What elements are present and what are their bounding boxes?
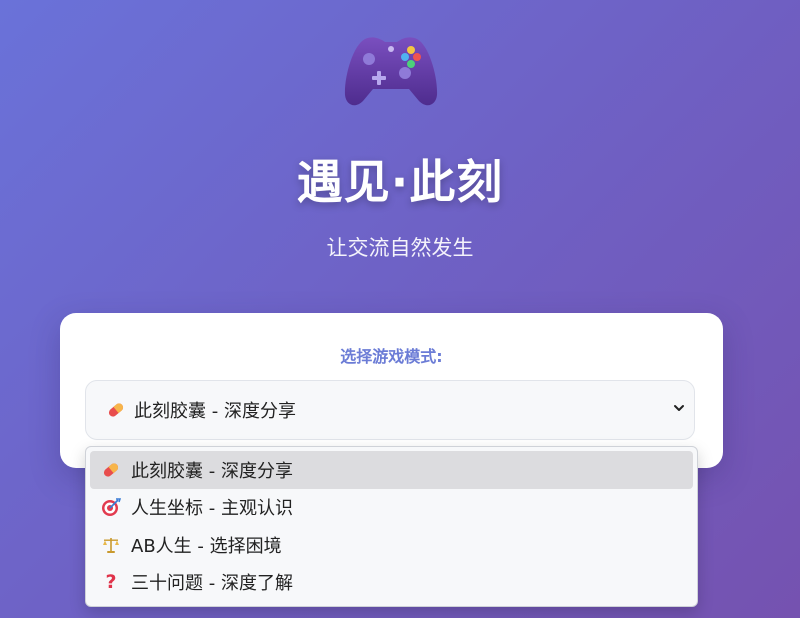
- dropdown-option-label: 此刻胶囊 - 深度分享: [131, 460, 293, 482]
- dropdown-option-capsule[interactable]: 此刻胶囊 - 深度分享: [90, 451, 693, 489]
- dropdown-option-thirty-questions[interactable]: ? 三十问题 - 深度了解: [90, 564, 693, 602]
- dropdown-option-label: AB人生 - 选择困境: [131, 535, 282, 557]
- pill-icon: [106, 400, 126, 420]
- mode-select-value: 此刻胶囊 - 深度分享: [134, 401, 296, 422]
- dropdown-option-coordinates[interactable]: 人生坐标 - 主观认识: [90, 489, 693, 527]
- mode-dropdown-list: 此刻胶囊 - 深度分享 人生坐标 - 主观认识 AB人生 - 选择困境 ? 三十…: [85, 446, 698, 607]
- mode-select-card: 选择游戏模式: 此刻胶囊 - 深度分享: [60, 313, 723, 468]
- question-icon: ?: [105, 571, 117, 594]
- dropdown-option-label: 人生坐标 - 主观认识: [131, 498, 293, 520]
- scales-icon: [101, 535, 121, 555]
- page-title: 遇见·此刻: [296, 155, 504, 209]
- mode-select[interactable]: 此刻胶囊 - 深度分享: [85, 380, 695, 440]
- dropdown-option-label: 三十问题 - 深度了解: [131, 573, 293, 595]
- mode-select-label: 选择游戏模式:: [340, 347, 443, 366]
- gamepad-icon: [344, 37, 438, 106]
- chevron-down-icon: [674, 405, 684, 411]
- pill-icon: [101, 460, 121, 480]
- target-icon: [101, 497, 121, 517]
- dropdown-option-ab-life[interactable]: AB人生 - 选择困境: [90, 526, 693, 564]
- page-subtitle: 让交流自然发生: [326, 236, 474, 260]
